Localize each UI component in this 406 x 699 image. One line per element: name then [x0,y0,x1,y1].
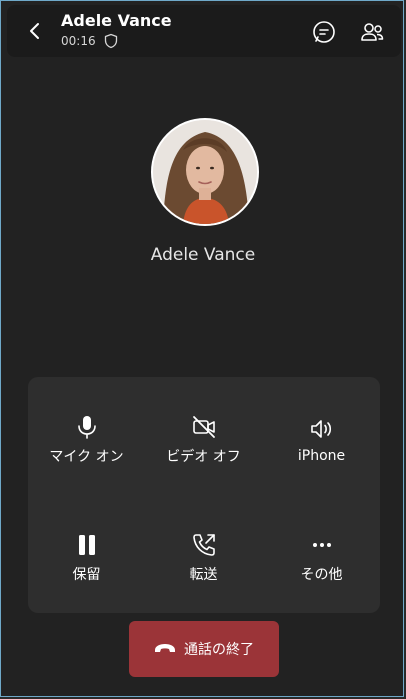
more-button[interactable]: その他 [263,503,380,613]
avatar-photo [153,120,257,224]
more-label: その他 [300,567,343,583]
hang-up-icon [155,644,175,652]
video-off-icon [192,416,215,438]
pause-icon [78,535,95,555]
contact-name: Adele Vance [61,11,172,30]
phone-transfer-icon [192,534,215,556]
call-controls-panel: マイク オン ビデオ オフ iPhone 保留 転送 その他 [28,377,380,613]
transfer-button[interactable]: 転送 [145,503,262,613]
end-call-label: 通話の終了 [184,642,254,658]
caller-avatar [151,118,259,226]
back-arrow-icon[interactable] [23,19,47,43]
caller-name: Adele Vance [150,245,256,265]
call-screen: Adele Vance 00:16 Adele Vance マイク オン ビデオ… [0,0,404,697]
video-button[interactable]: ビデオ オフ [145,385,262,495]
mic-button[interactable]: マイク オン [28,385,145,495]
video-label: ビデオ オフ [166,449,241,465]
hold-label: 保留 [72,567,101,583]
more-icon [312,543,331,547]
shield-icon[interactable] [103,33,119,49]
end-call-button[interactable]: 通話の終了 [129,621,279,677]
transfer-label: 転送 [189,567,218,583]
microphone-icon [77,416,96,439]
hold-button[interactable]: 保留 [28,503,145,613]
speaker-icon [310,420,331,438]
call-header: Adele Vance 00:16 [7,5,401,57]
chat-icon[interactable] [311,19,337,45]
call-timer: 00:16 [61,34,96,48]
mic-label: マイク オン [49,449,124,465]
audio-output-label: iPhone [297,448,346,464]
participants-icon[interactable] [359,19,385,45]
audio-output-button[interactable]: iPhone [263,385,380,495]
